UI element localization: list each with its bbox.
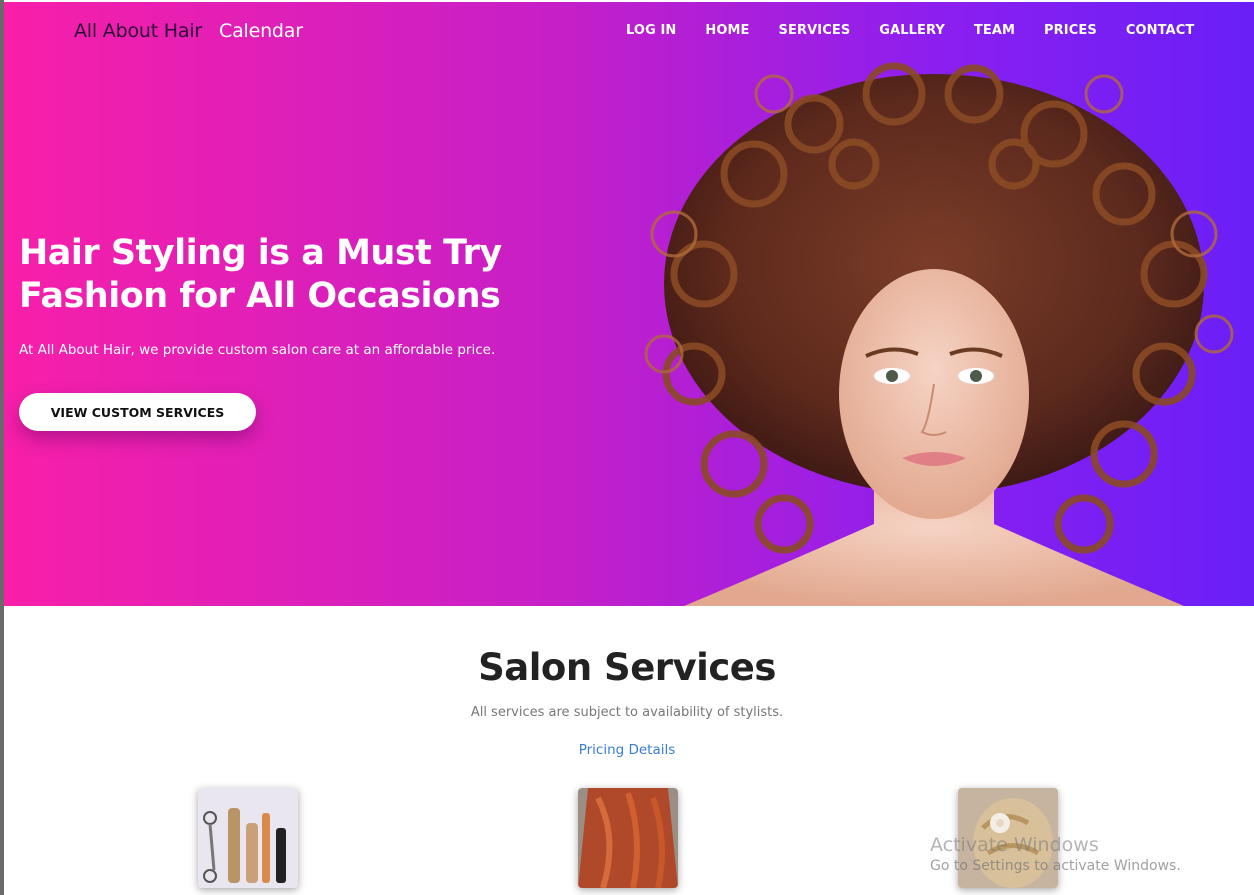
services-title: Salon Services: [478, 646, 776, 689]
hero-subtitle: At All About Hair, we provide custom sal…: [19, 342, 496, 358]
services-subtitle: All services are subject to availability…: [470, 705, 784, 720]
nav-login[interactable]: LOG IN: [626, 23, 676, 38]
view-custom-services-button[interactable]: VIEW CUSTOM SERVICES: [19, 393, 256, 431]
nav-team[interactable]: TEAM: [974, 23, 1015, 38]
nav-services[interactable]: SERVICES: [779, 23, 851, 38]
activate-windows-watermark: Activate Windows: [930, 834, 1099, 856]
nav-prices[interactable]: PRICES: [1044, 23, 1097, 38]
activate-windows-hint: Go to Settings to activate Windows.: [930, 858, 1181, 874]
pricing-details-link[interactable]: Pricing Details: [0, 742, 1254, 758]
main-nav: LOG IN HOME SERVICES GALLERY TEAM PRICES…: [626, 23, 1223, 38]
curly-hair-model-image: [644, 62, 1234, 606]
hair-tools-image[interactable]: [198, 788, 298, 888]
brand-logo[interactable]: All About Hair: [74, 20, 202, 42]
red-hair-image[interactable]: [578, 788, 678, 888]
nav-home[interactable]: HOME: [705, 23, 749, 38]
nav-contact[interactable]: CONTACT: [1126, 23, 1195, 38]
hero-title: Hair Styling is a Must Try Fashion for A…: [19, 233, 502, 316]
calendar-link[interactable]: Calendar: [219, 20, 303, 42]
hero-banner: All About Hair Calendar LOG IN HOME SERV…: [4, 2, 1254, 606]
nav-gallery[interactable]: GALLERY: [879, 23, 945, 38]
